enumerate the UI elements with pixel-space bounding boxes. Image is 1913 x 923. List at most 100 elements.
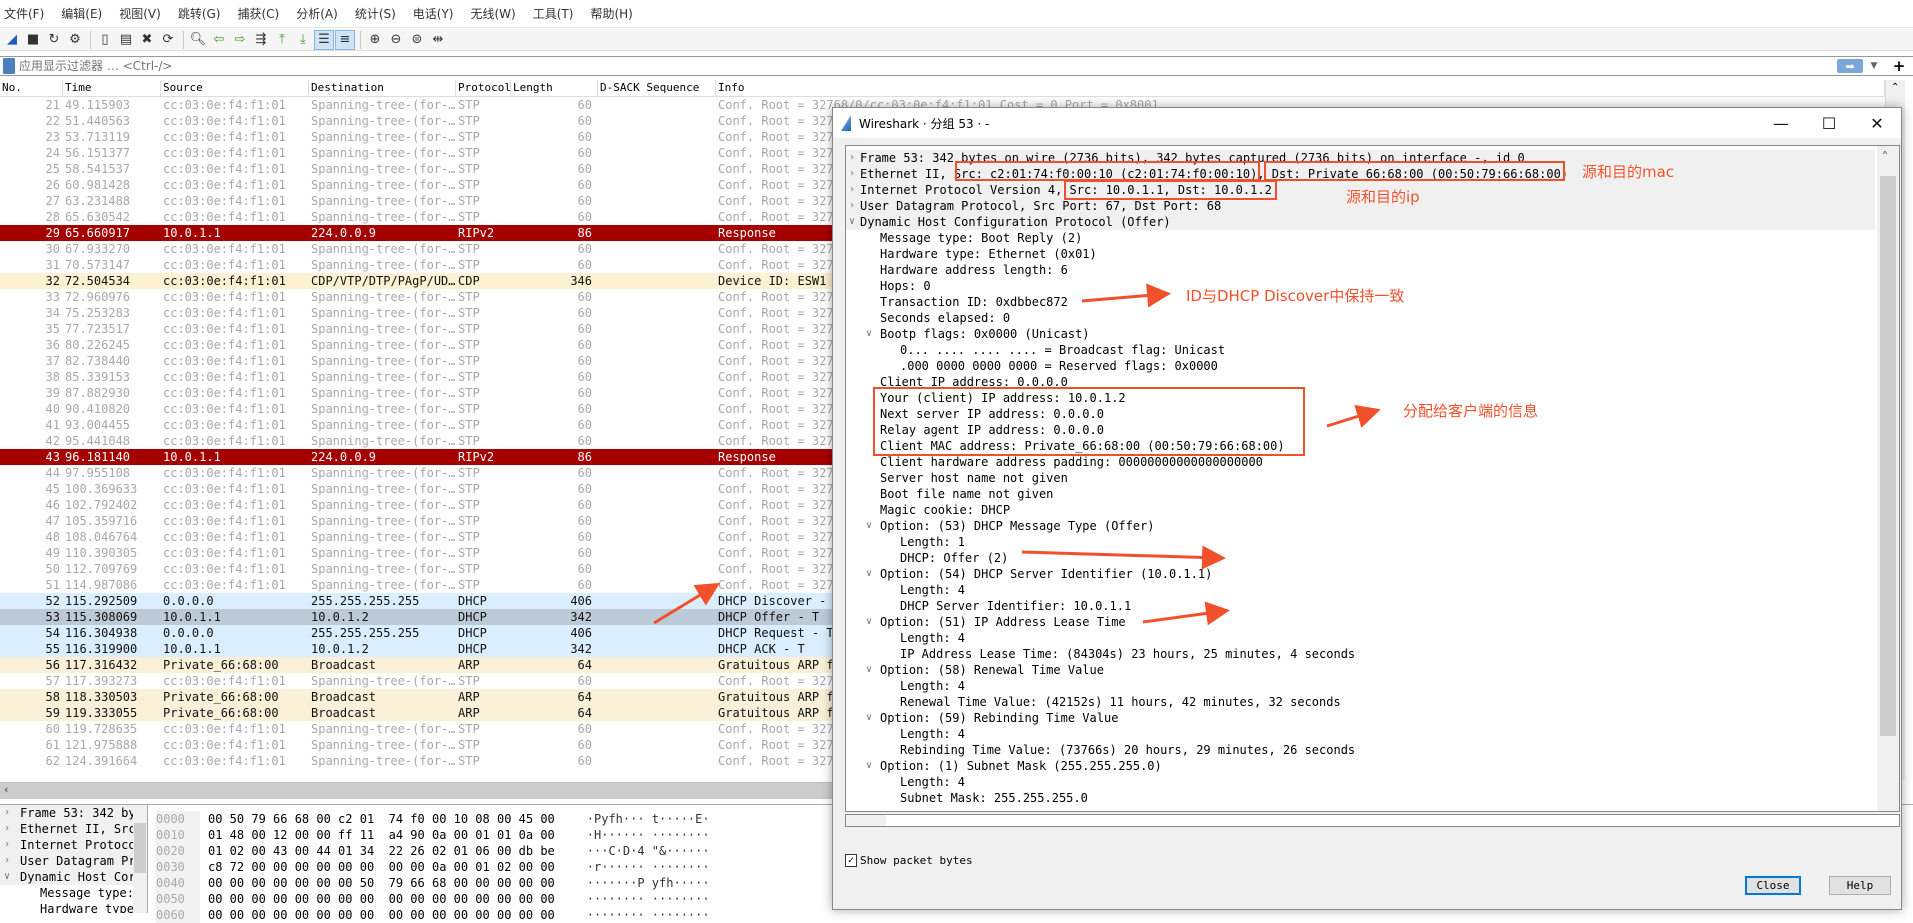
details-tree-item[interactable]: › Ethernet II, Src [0,821,147,837]
shark-fin-icon[interactable]: ◢ [2,30,22,50]
packet-tree-item[interactable]: DHCP Server Identifier: 10.0.1.1 [846,598,1899,614]
column-header[interactable]: D-SACK Sequence [598,80,716,96]
go-back-icon[interactable]: ⇦ [209,30,229,50]
chevron-right-icon[interactable]: › [849,198,855,214]
hex-bytes[interactable]: 00 50 79 66 68 00 c2 01 74 f0 00 10 08 0… [208,812,555,826]
show-packet-bytes-checkbox[interactable]: ✓ Show packet bytes [845,854,973,867]
packet-tree-item[interactable]: Rebinding Time Value: (73766s) 20 hours,… [846,742,1899,758]
details-tree-item[interactable]: Hardware type [0,901,147,913]
chevron-down-icon[interactable]: ∨ [849,214,855,230]
hex-ascii[interactable]: ········ ········ [587,892,710,906]
details-tree-item[interactable]: › User Datagram Pr [0,853,147,869]
hex-ascii[interactable]: ···C·D·4 "&······ [587,844,710,858]
packet-tree-item[interactable]: ∨ Option: (54) DHCP Server Identifier (10… [846,566,1899,582]
minimize-icon[interactable]: — [1761,112,1801,134]
packet-tree-item[interactable]: › Frame 53: 342 bytes on wire (2736 bits)… [846,150,1875,166]
autoscroll-icon[interactable]: ☰ [314,29,334,50]
menu-item[interactable]: 跳转(G) [178,5,221,22]
chevron-down-icon[interactable]: ∨ [866,758,872,774]
close-file-icon[interactable]: ✖ [137,30,157,50]
column-header[interactable]: Destination [309,80,456,96]
go-to-packet-icon[interactable]: ⇶ [251,30,271,50]
packet-tree-item[interactable]: DHCP: Offer (2) [846,550,1899,566]
chevron-down-icon[interactable]: ∨ [866,710,872,726]
dialog-bytes-pane[interactable] [845,814,1900,827]
chevron-down-icon[interactable]: ∨ [866,662,872,678]
packet-tree-item[interactable]: Hardware type: Ethernet (0x01) [846,246,1899,262]
chevron-right-icon[interactable]: › [849,166,855,182]
zoom-out-icon[interactable]: ⊖ [386,30,406,50]
colorize-icon[interactable]: ≡ [335,29,355,50]
hex-ascii[interactable]: ·······P yfh····· [587,876,710,890]
reload-icon[interactable]: ⟳ [158,30,178,50]
first-packet-icon[interactable]: ⤒ [272,30,292,50]
hex-ascii[interactable]: ·r······ ········ [587,860,710,874]
menu-item[interactable]: 文件(F) [4,5,44,22]
maximize-icon[interactable]: ☐ [1809,112,1849,134]
packet-tree-item[interactable]: .000 0000 0000 0000 = Reserved flags: 0x… [846,358,1899,374]
restart-icon[interactable]: ↻ [44,30,64,50]
column-header[interactable]: Info [716,80,1885,96]
apply-filter-arrow-icon[interactable]: ➡ [1837,59,1863,73]
packet-tree-item[interactable]: Client hardware address padding: 0000000… [846,454,1899,470]
display-filter-input[interactable] [19,57,1837,75]
save-file-icon[interactable]: ▤ [116,30,136,50]
packet-tree-item[interactable]: › Ethernet II, Src: c2:01:74:f0:00:10 (c2… [846,166,1875,182]
menu-item[interactable]: 帮助(H) [590,5,632,22]
packet-tree-item[interactable]: ∨ Option: (58) Renewal Time Value [846,662,1899,678]
menu-item[interactable]: 统计(S) [355,5,396,22]
packet-tree-item[interactable]: ∨ Option: (53) DHCP Message Type (Offer) [846,518,1899,534]
packet-tree-item[interactable]: Length: 1 [846,534,1899,550]
column-header[interactable]: Protocol [456,80,511,96]
packet-tree-item[interactable]: Length: 4 [846,630,1899,646]
zoom-in-icon[interactable]: ⊕ [365,30,385,50]
packet-tree-item[interactable]: ∨ Bootp flags: 0x0000 (Unicast) [846,326,1899,342]
packet-tree-item[interactable]: Length: 4 [846,726,1899,742]
hex-bytes[interactable]: c8 72 00 00 00 00 00 00 00 00 0a 00 01 0… [208,860,555,874]
chevron-down-icon[interactable]: ∨ [866,326,872,342]
hex-bytes[interactable]: 01 02 00 43 00 44 01 34 22 26 02 01 06 0… [208,844,555,858]
details-tree-item[interactable]: › Internet Protoco [0,837,147,853]
chevron-right-icon[interactable]: › [4,821,10,837]
packet-tree-item[interactable]: Message type: Boot Reply (2) [846,230,1899,246]
packet-tree-item[interactable]: ∨ Option: (59) Rebinding Time Value [846,710,1899,726]
options-gear-icon[interactable]: ⚙ [65,30,85,50]
packet-tree-item[interactable]: Client MAC address: Private_66:68:00 (00… [846,438,1899,454]
packet-tree-item[interactable]: ∨ Option: (1) Subnet Mask (255.255.255.0) [846,758,1899,774]
details-scrollbar[interactable] [133,805,147,913]
scroll-left-icon[interactable]: ‹ [4,783,8,796]
packet-tree-item[interactable]: 0... .... .... .... = Broadcast flag: Un… [846,342,1899,358]
column-header[interactable]: No. [0,80,63,96]
hex-bytes[interactable]: 00 00 00 00 00 00 00 00 00 00 00 00 00 0… [208,908,555,922]
chevron-down-icon[interactable]: ∨ [4,869,10,885]
chevron-right-icon[interactable]: › [4,853,10,869]
chevron-right-icon[interactable]: › [4,837,10,853]
packet-tree-item[interactable]: Length: 4 [846,678,1899,694]
stop-icon[interactable]: ■ [23,30,43,50]
packet-tree-item[interactable]: Hardware address length: 6 [846,262,1899,278]
menu-item[interactable]: 编辑(E) [61,5,102,22]
hex-ascii[interactable]: ·Pyfh··· t·····E· [587,812,710,826]
scroll-up-icon[interactable]: ⌃ [1882,150,1888,161]
packet-tree-item[interactable]: ∨ Option: (51) IP Address Lease Time [846,614,1899,630]
chevron-right-icon[interactable]: › [849,182,855,198]
packet-tree-item[interactable]: Renewal Time Value: (42152s) 11 hours, 4… [846,694,1899,710]
last-packet-icon[interactable]: ⤓ [293,30,313,50]
chevron-down-icon[interactable]: ∨ [866,518,872,534]
close-window-icon[interactable]: ✕ [1857,112,1897,134]
chevron-down-icon[interactable]: ∨ [866,614,872,630]
filter-dropdown-icon[interactable]: ▼ [1867,61,1881,71]
packet-tree-item[interactable]: Subnet Mask: 255.255.255.0 [846,790,1899,806]
details-tree-item[interactable]: › Frame 53: 342 by [0,805,147,821]
packet-tree-item[interactable]: Magic cookie: DHCP [846,502,1899,518]
menu-item[interactable]: 视图(V) [119,5,161,22]
details-tree-item[interactable]: ∨ Dynamic Host Cor [0,869,147,885]
packet-tree-item[interactable]: Server host name not given [846,470,1899,486]
packet-tree-item[interactable]: Client IP address: 0.0.0.0 [846,374,1899,390]
column-header[interactable]: Source [161,80,309,96]
hex-bytes[interactable]: 00 00 00 00 00 00 00 00 00 00 00 00 00 0… [208,892,555,906]
packet-tree-item[interactable]: ∨ Dynamic Host Configuration Protocol (Of… [846,214,1875,230]
open-file-icon[interactable]: ▯ [95,30,115,50]
packet-tree-item[interactable]: IP Address Lease Time: (84304s) 23 hours… [846,646,1899,662]
menu-item[interactable]: 捕获(C) [237,5,279,22]
